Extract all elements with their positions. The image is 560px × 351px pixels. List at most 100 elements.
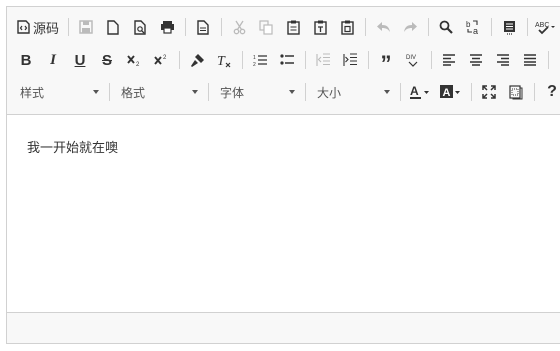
copy-icon <box>259 19 273 35</box>
toolbar-row-1: 源码 b a ABC <box>13 14 559 40</box>
indent-icon <box>342 53 358 67</box>
preview-button[interactable] <box>127 14 153 40</box>
blockquote-button[interactable]: ” <box>373 47 399 76</box>
svg-text:A: A <box>443 87 451 99</box>
paste-icon <box>286 20 300 35</box>
paste-word-icon <box>340 20 354 35</box>
editor-bottom-bar <box>7 312 560 343</box>
outdent-icon <box>315 53 331 67</box>
justify-button[interactable] <box>517 47 543 73</box>
new-page-button[interactable] <box>100 14 126 40</box>
editor-content-area[interactable]: 我一开始就在噢 <box>7 115 560 314</box>
div-icon: DIV <box>406 53 420 68</box>
cut-icon <box>233 20 246 35</box>
undo-button[interactable] <box>370 14 396 40</box>
text-color-button[interactable]: A <box>405 79 435 105</box>
save-icon <box>79 20 93 34</box>
source-button[interactable]: 源码 <box>13 14 63 40</box>
about-button[interactable]: ? <box>539 79 560 105</box>
underline-button[interactable]: U <box>67 47 93 73</box>
toolbar-separator <box>534 83 535 101</box>
bidi-button[interactable] <box>553 47 560 73</box>
print-icon <box>160 20 175 34</box>
align-left-icon <box>442 54 456 66</box>
bulleted-list-icon <box>279 53 295 67</box>
italic-icon: I <box>50 51 56 68</box>
chevron-down-icon <box>93 90 99 94</box>
strikethrough-button[interactable]: S <box>94 47 120 73</box>
create-div-button[interactable]: DIV <box>400 47 426 73</box>
templates-button[interactable] <box>190 14 216 40</box>
background-color-button[interactable]: A <box>436 79 466 105</box>
toolbar-separator <box>491 18 493 36</box>
copy-button[interactable] <box>253 14 279 40</box>
redo-button[interactable] <box>397 14 423 40</box>
paintbrush-icon <box>190 53 205 68</box>
size-dropdown[interactable]: 大小 <box>310 81 396 103</box>
format-dropdown[interactable]: 格式 <box>114 81 204 103</box>
chevron-down-icon <box>384 90 390 94</box>
spellcheck-button[interactable]: ABC <box>532 14 558 40</box>
align-right-button[interactable] <box>490 47 516 73</box>
svg-text:2: 2 <box>253 62 256 67</box>
outdent-button[interactable] <box>310 47 336 73</box>
show-blocks-icon <box>509 84 523 100</box>
search-icon <box>439 20 453 34</box>
toolbar-separator <box>221 18 223 36</box>
find-button[interactable] <box>433 14 459 40</box>
justify-icon <box>523 54 537 66</box>
print-button[interactable] <box>154 14 180 40</box>
indent-button[interactable] <box>337 47 363 73</box>
clear-format-icon: T <box>217 53 232 68</box>
spellcheck-icon: ABC <box>535 20 556 35</box>
svg-text:2: 2 <box>136 62 140 67</box>
maximize-button[interactable] <box>476 79 502 105</box>
text-color-icon: A <box>409 84 431 100</box>
rich-text-editor: 源码 b a ABC B I U S 2 2 T 1 2 ” DIV 样式 格式… <box>6 6 560 344</box>
bulleted-list-button[interactable] <box>274 47 300 73</box>
save-button[interactable] <box>73 14 99 40</box>
toolbar-separator <box>208 83 209 101</box>
select-all-button[interactable] <box>496 14 522 40</box>
svg-text:DIV: DIV <box>406 55 416 61</box>
align-center-icon <box>469 54 483 66</box>
subscript-button[interactable]: 2 <box>121 47 147 73</box>
background-color-icon: A <box>440 84 462 100</box>
show-blocks-button[interactable] <box>503 79 529 105</box>
align-center-button[interactable] <box>463 47 489 73</box>
strikethrough-icon: S <box>101 51 112 69</box>
quote-icon: ” <box>380 51 392 76</box>
templates-icon <box>197 19 209 35</box>
paste-text-button[interactable] <box>307 14 333 40</box>
svg-text:b: b <box>466 20 471 29</box>
remove-format-button[interactable]: T <box>211 47 237 73</box>
help-icon: ? <box>547 83 557 100</box>
styles-dropdown[interactable]: 样式 <box>13 81 105 103</box>
font-dropdown[interactable]: 字体 <box>213 81 301 103</box>
cut-button[interactable] <box>226 14 252 40</box>
paste-text-icon <box>313 20 327 35</box>
paste-button[interactable] <box>280 14 306 40</box>
numbered-list-icon: 12 <box>253 53 268 67</box>
superscript-icon: 2 <box>153 53 169 67</box>
align-left-button[interactable] <box>436 47 462 73</box>
underline-icon: U <box>74 51 86 69</box>
size-dropdown-label: 大小 <box>317 85 342 100</box>
align-right-icon <box>496 54 510 66</box>
numbered-list-button[interactable]: 12 <box>247 47 273 73</box>
paste-word-button[interactable] <box>334 14 360 40</box>
bold-button[interactable]: B <box>13 47 39 73</box>
toolbar-separator <box>179 51 180 69</box>
toolbar-separator <box>471 83 472 101</box>
copy-format-button[interactable] <box>184 47 210 73</box>
svg-text:a: a <box>473 26 478 35</box>
toolbar-separator <box>365 18 367 36</box>
toolbar-separator <box>305 51 306 69</box>
preview-icon <box>133 19 147 35</box>
content-paragraph[interactable]: 我一开始就在噢 <box>27 137 118 156</box>
italic-button[interactable]: I <box>40 47 66 73</box>
superscript-button[interactable]: 2 <box>148 47 174 73</box>
replace-button[interactable]: ba <box>460 14 486 40</box>
toolbar-separator <box>527 18 529 36</box>
svg-text:2: 2 <box>163 55 167 61</box>
